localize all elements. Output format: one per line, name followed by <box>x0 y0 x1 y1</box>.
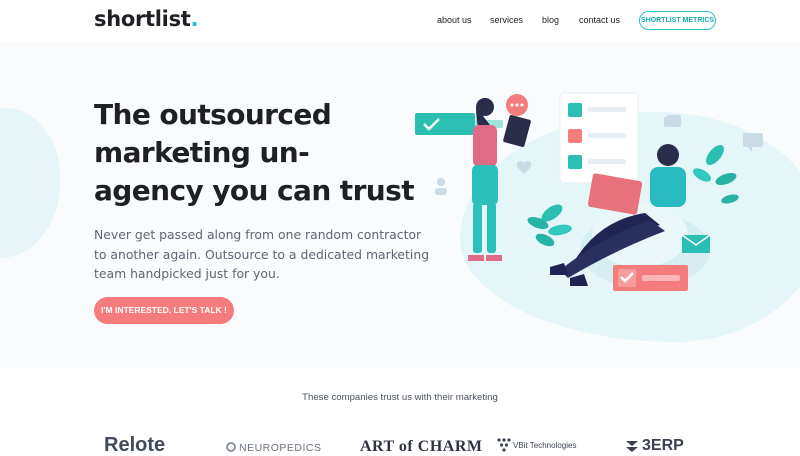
trust-heading: These companies trust us with their mark… <box>302 392 498 403</box>
heart-icon <box>516 160 532 174</box>
interested-cta-button[interactable]: I'M INTERESTED. LET'S TALK ! <box>94 297 234 324</box>
nav-services[interactable]: services <box>490 15 523 25</box>
plant-right-icon <box>692 145 739 204</box>
brand-logo-neuropedics: NEUROPEDICS <box>239 442 322 454</box>
neuropedics-icon <box>226 442 236 452</box>
shortlist-metrics-button[interactable]: SHORTLIST METRICS <box>639 11 716 30</box>
brand-logo-3erp: 3ERP <box>642 437 684 454</box>
3erp-icon <box>626 441 638 452</box>
logo-text: shortlist <box>94 7 191 31</box>
nav-blog[interactable]: blog <box>542 15 559 25</box>
hero-illustration <box>415 92 763 291</box>
thumbs-up-icon <box>664 115 681 127</box>
site-header: shortlist. about us services blog contac… <box>0 0 800 43</box>
message-icon <box>743 133 763 152</box>
brand-logo-relote: Relote <box>104 434 166 456</box>
logo[interactable]: shortlist. <box>94 7 198 31</box>
envelope-icon <box>681 234 711 253</box>
person-small-icon <box>435 178 447 195</box>
hero-subtext: Never get passed along from one random c… <box>94 227 430 281</box>
nav-contact-us[interactable]: contact us <box>579 15 620 25</box>
hero-headline: The outsourced marketing un-agency you c… <box>94 98 415 207</box>
logo-dot: . <box>190 7 199 31</box>
brand-logo-art-of-charm: ART of CHARM <box>360 438 483 455</box>
pink-check-banner-icon <box>613 265 688 291</box>
brand-logo-vbit: VBit Technologies <box>513 441 577 450</box>
chat-bubble-icon <box>506 94 528 116</box>
nav-about-us[interactable]: about us <box>437 15 472 25</box>
checklist-card-icon <box>559 92 639 184</box>
plant-left-icon <box>527 204 572 247</box>
page: shortlist. about us services blog contac… <box>0 0 800 456</box>
